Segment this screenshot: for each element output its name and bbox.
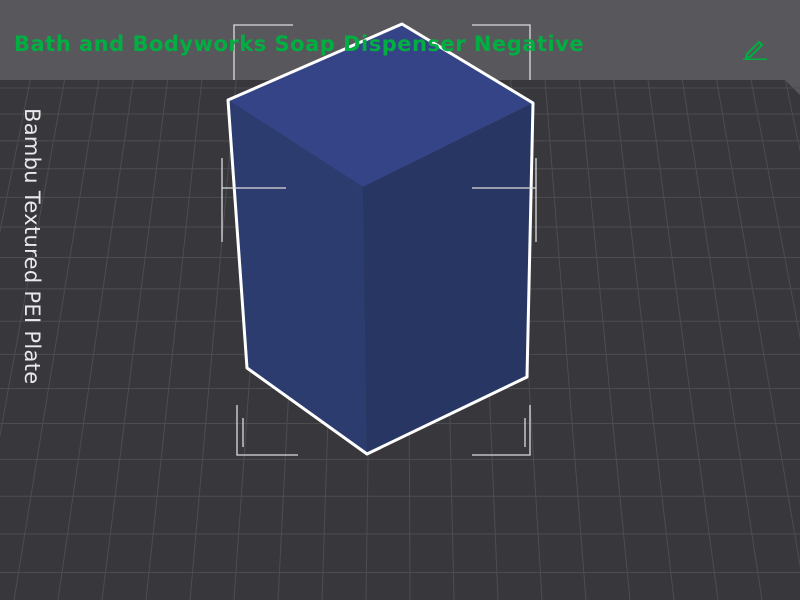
3d-viewport[interactable]: Bath and Bodyworks Soap Dispenser Negati…	[0, 0, 800, 600]
scene[interactable]	[0, 0, 800, 600]
plate-name-label: Bambu Textured PEI Plate	[20, 108, 44, 385]
pencil-icon[interactable]	[742, 36, 768, 60]
object-name-label[interactable]: Bath and Bodyworks Soap Dispenser Negati…	[14, 32, 584, 56]
